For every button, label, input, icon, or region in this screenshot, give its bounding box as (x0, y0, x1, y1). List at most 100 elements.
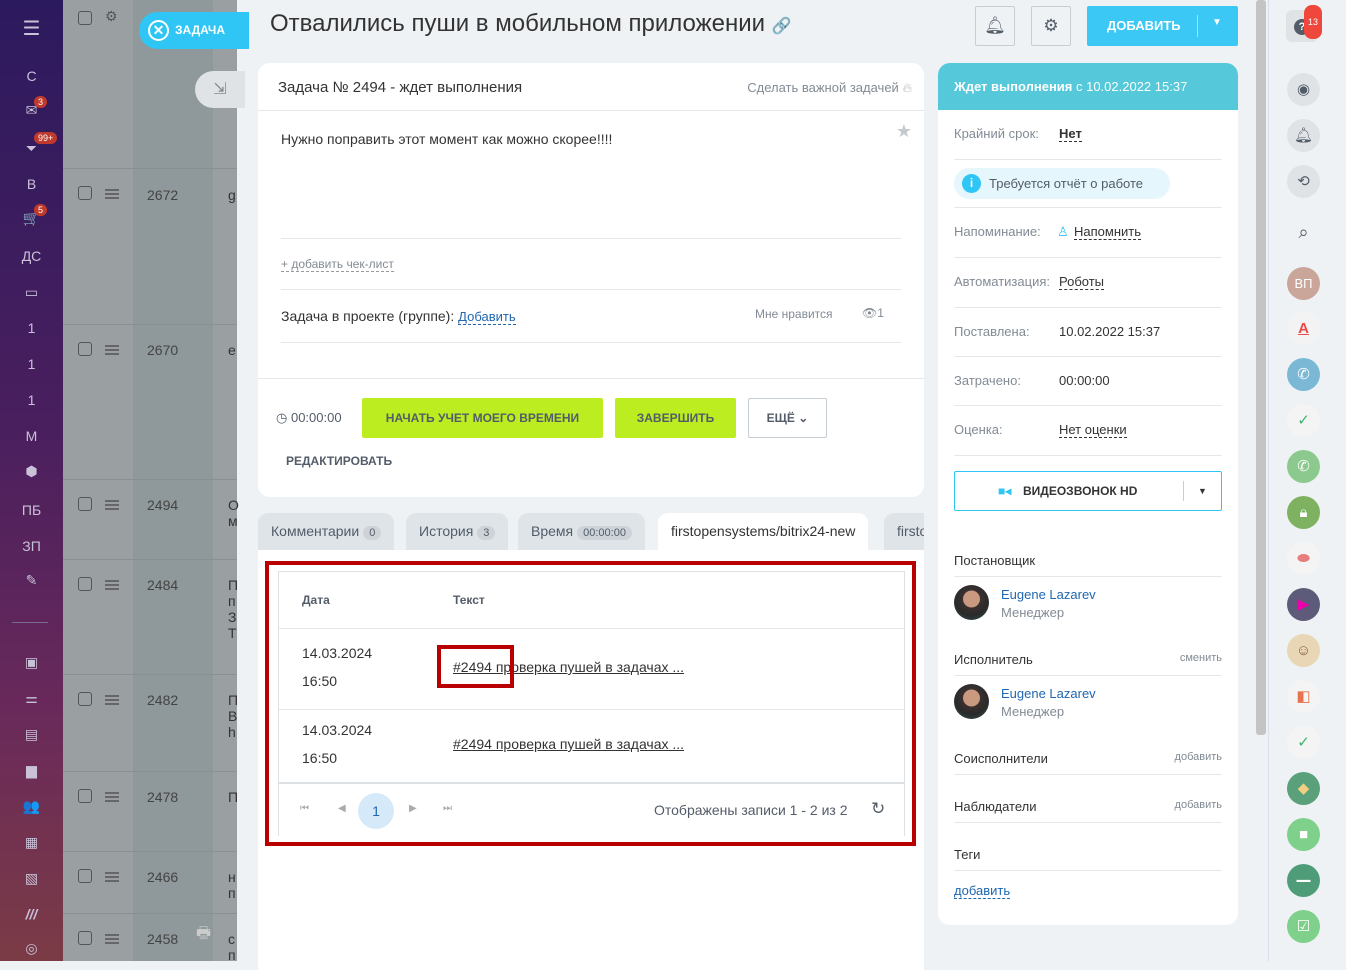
row-checkbox[interactable] (78, 186, 92, 200)
robots-link[interactable]: Роботы (1059, 274, 1105, 290)
vibration-icon[interactable]: ▣ (0, 654, 63, 671)
check-circle-icon[interactable]: ✓ (1287, 404, 1320, 437)
people-icon[interactable]: ☺ (1287, 634, 1320, 667)
calendar-icon[interactable]: ▦ (0, 834, 63, 851)
start-time-tracking-button[interactable]: НАЧАТЬ УЧЕТ МОЕГО ВРЕМЕНИ (362, 398, 603, 438)
sidebar-item-1[interactable]: 1 (0, 356, 63, 372)
link-icon[interactable]: 🔗 (772, 18, 792, 35)
like-link[interactable]: Мне нравится (755, 307, 833, 321)
table-row[interactable]: 2466 н п (63, 851, 237, 913)
remind-link[interactable]: Напомнить (1074, 224, 1141, 240)
chat-icon[interactable]: ▆ (0, 762, 63, 779)
printer-icon[interactable]: 🖶 (196, 922, 211, 949)
gear-icon[interactable]: ⚙ (105, 8, 118, 25)
tab-history[interactable]: История 3 (406, 513, 509, 550)
drag-handle-icon[interactable] (105, 792, 119, 794)
add-button[interactable]: ДОБАВИТЬ ▼ (1087, 6, 1238, 46)
settings-button[interactable]: ⚙ (1031, 6, 1071, 46)
table-row[interactable]: 2482 П В h (63, 674, 238, 771)
table-row[interactable]: 2672 g (63, 168, 237, 324)
phone-icon[interactable]: ✆ (1287, 358, 1320, 391)
add-coexecutor-link[interactable]: добавить (1175, 751, 1222, 763)
toggle-icon[interactable]: ⬬ (1287, 542, 1320, 575)
next-page-icon[interactable]: ▶ (409, 803, 417, 814)
alfa-bank-icon[interactable]: A (1287, 312, 1320, 345)
avatar[interactable] (954, 585, 989, 620)
lock-icon[interactable]: 🔒︎ (1287, 496, 1320, 529)
sidebar-item-1[interactable]: 1 (0, 320, 63, 336)
edit-button[interactable]: РЕДАКТИРОВАТЬ (286, 454, 392, 468)
commit-link[interactable]: #2494 проверка пушей в задачах ... (453, 736, 684, 752)
add-project-link[interactable]: Добавить (458, 309, 516, 325)
table-row[interactable]: 2484 П п З Т (63, 559, 238, 674)
stripes-icon[interactable]: /// (0, 906, 63, 922)
avatar[interactable] (954, 684, 989, 719)
row-checkbox[interactable] (78, 869, 92, 883)
video-call-button[interactable]: ■◂ ВИДЕОЗВОНОК HD ▼ (954, 471, 1222, 511)
drag-handle-icon[interactable] (105, 189, 119, 191)
table-row[interactable]: 2478 П (63, 771, 238, 851)
row-checkbox[interactable] (78, 692, 92, 706)
tab-repository-2[interactable]: firsto (884, 513, 924, 550)
make-important-link[interactable]: Сделать важной задачей 🔥︎ (747, 80, 912, 96)
row-checkbox[interactable] (78, 931, 92, 945)
drag-handle-icon[interactable] (105, 934, 119, 936)
drag-handle-icon[interactable] (105, 345, 119, 347)
row-checkbox[interactable] (78, 342, 92, 356)
sidebar-item-zp[interactable]: ЗП (0, 538, 63, 554)
group-icon[interactable]: 👥 (0, 798, 63, 815)
edit-doc-icon[interactable]: ✎ (0, 572, 63, 589)
cart-icon[interactable]: 🛒 5 (0, 204, 63, 227)
activity-icon[interactable]: ◉ (1287, 73, 1320, 106)
close-slider-button[interactable]: ✕ ЗАДАЧА (139, 12, 249, 49)
help-button[interactable]: ? 13 (1286, 5, 1323, 42)
checkbox-app-icon[interactable]: ☑ (1287, 910, 1320, 943)
sidebar-item-1[interactable]: 1 (0, 392, 63, 408)
search-icon[interactable]: ⌕ (1287, 216, 1320, 249)
add-observer-link[interactable]: добавить (1175, 799, 1222, 811)
add-checklist-link[interactable]: + добавить чек-лист (281, 257, 394, 272)
scrollbar[interactable] (1256, 0, 1266, 735)
logo-app-icon[interactable]: ◧ (1287, 680, 1320, 713)
window-icon[interactable]: ▤ (0, 726, 63, 743)
first-page-icon[interactable]: ⏮ (300, 803, 309, 814)
video-camera-icon[interactable]: ■ (1287, 818, 1320, 851)
tab-comments[interactable]: Комментарии 0 (258, 513, 395, 550)
table-row[interactable]: 2670 e (63, 324, 237, 479)
chat-icon[interactable]: ⟲ (1287, 165, 1320, 198)
whatsapp-icon[interactable]: ✆ (1287, 450, 1320, 483)
prev-page-icon[interactable]: ◀ (338, 803, 346, 814)
row-checkbox[interactable] (78, 577, 92, 591)
drag-handle-icon[interactable] (105, 695, 119, 697)
notification-button[interactable]: 🔔︎ (975, 6, 1015, 46)
table-row[interactable]: 2458 с п 🖶 (63, 913, 237, 963)
drag-handle-icon[interactable] (105, 580, 119, 582)
deadline-value[interactable]: Нет (1059, 126, 1082, 142)
minimize-slider-button[interactable]: ⇲ (195, 71, 245, 108)
drag-handle-icon[interactable] (105, 872, 119, 874)
chevron-down-icon[interactable]: ▼ (1212, 17, 1222, 28)
assignee-name-link[interactable]: Eugene Lazarev (1001, 686, 1096, 701)
add-tag-link[interactable]: добавить (954, 883, 1011, 899)
select-all-checkbox[interactable] (78, 11, 92, 25)
row-checkbox[interactable] (78, 789, 92, 803)
app-icon[interactable]: ▬▬ (1287, 864, 1320, 897)
mail-icon[interactable]: ✉ 3 (0, 96, 63, 119)
avatar[interactable]: ВП (1287, 267, 1320, 300)
sidebar-item-pb[interactable]: ПБ (0, 502, 63, 518)
refresh-icon[interactable]: ↻ (871, 799, 885, 819)
page-1-button[interactable]: 1 (358, 793, 394, 829)
menu-icon[interactable]: ☰ (0, 16, 63, 41)
row-checkbox[interactable] (78, 497, 92, 511)
funnel-icon[interactable]: ⏷ 99+ (0, 132, 63, 157)
tab-repository[interactable]: firstopensystems/bitrix24-new (658, 513, 869, 550)
check-circle-icon[interactable]: ✓ (1287, 726, 1320, 759)
star-icon[interactable]: ★ (896, 121, 912, 142)
drive-icon[interactable]: ▭ (0, 284, 63, 301)
more-button[interactable]: ЕЩЁ ⌄ (748, 398, 827, 438)
tab-time[interactable]: Время 00:00:00 (518, 513, 645, 550)
diamond-app-icon[interactable]: ◆ (1287, 772, 1320, 805)
sidebar-item-m[interactable]: М (0, 428, 63, 444)
target-icon[interactable]: ◎ (0, 940, 63, 957)
sidebar-item-c[interactable]: С (0, 68, 63, 84)
